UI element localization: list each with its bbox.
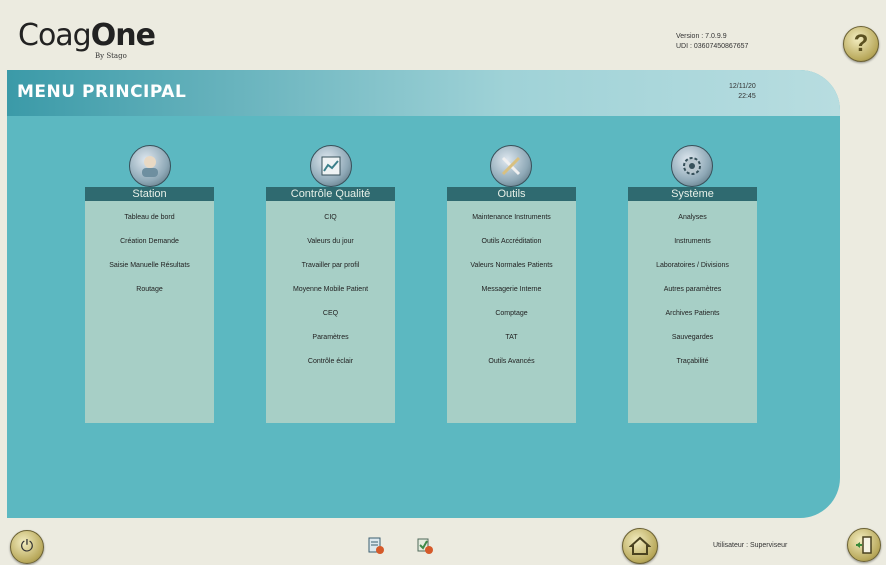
column-body: CIQ Valeurs du jour Travailler par profi… bbox=[266, 201, 395, 423]
menu-item-valeurs-normales[interactable]: Valeurs Normales Patients bbox=[447, 259, 576, 283]
menu-item-tracabilite[interactable]: Traçabilité bbox=[628, 355, 757, 379]
home-icon bbox=[629, 536, 651, 555]
menu-item-autres-parametres[interactable]: Autres paramètres bbox=[628, 283, 757, 307]
menu-item-messagerie-interne[interactable]: Messagerie Interne bbox=[447, 283, 576, 307]
logout-button[interactable] bbox=[847, 528, 881, 562]
menu-item-moyenne-mobile[interactable]: Moyenne Mobile Patient bbox=[266, 283, 395, 307]
version-number: Version : 7.0.9.9 bbox=[676, 33, 727, 40]
page-header: MENU PRINCIPAL 12/11/20 22:45 bbox=[7, 70, 840, 116]
validate-cancel-icon[interactable] bbox=[416, 537, 434, 555]
home-button[interactable] bbox=[622, 528, 658, 564]
column-title: Station bbox=[85, 187, 214, 201]
system-gear-icon[interactable] bbox=[671, 145, 713, 187]
menu-item-ceq[interactable]: CEQ bbox=[266, 307, 395, 331]
menu-column-station: Station Tableau de bord Création Demande… bbox=[85, 187, 214, 423]
menu-item-analyses[interactable]: Analyses bbox=[628, 211, 757, 235]
column-title: Contrôle Qualité bbox=[266, 187, 395, 201]
quality-control-icon[interactable] bbox=[310, 145, 352, 187]
version-info: Version : 7.0.9.9 UDI : 03607450867657 bbox=[676, 32, 748, 52]
menu-item-ciq[interactable]: CIQ bbox=[266, 211, 395, 235]
column-body: Tableau de bord Création Demande Saisie … bbox=[85, 201, 214, 423]
menu-item-sauvegardes[interactable]: Sauvegardes bbox=[628, 331, 757, 355]
menu-item-controle-eclair[interactable]: Contrôle éclair bbox=[266, 355, 395, 379]
date: 12/11/20 bbox=[729, 83, 756, 90]
report-cancel-icon[interactable] bbox=[367, 537, 385, 555]
column-title: Système bbox=[628, 187, 757, 201]
tools-icon[interactable] bbox=[490, 145, 532, 187]
help-icon: ? bbox=[853, 30, 869, 57]
menu-column-outils: Outils Maintenance Instruments Outils Ac… bbox=[447, 187, 576, 423]
menu-item-tableau-de-bord[interactable]: Tableau de bord bbox=[85, 211, 214, 235]
menu-item-laboratoires[interactable]: Laboratoires / Divisions bbox=[628, 259, 757, 283]
udi-number: UDI : 03607450867657 bbox=[676, 43, 749, 50]
column-body: Analyses Instruments Laboratoires / Divi… bbox=[628, 201, 757, 423]
menu-item-tat[interactable]: TAT bbox=[447, 331, 576, 355]
help-button[interactable]: ? bbox=[843, 26, 879, 62]
current-user: Utilisateur : Superviseur bbox=[713, 542, 788, 549]
app-logo: CoagOne bbox=[18, 18, 156, 53]
time: 22:45 bbox=[738, 93, 756, 100]
menu-item-archives-patients[interactable]: Archives Patients bbox=[628, 307, 757, 331]
menu-item-outils-accreditation[interactable]: Outils Accréditation bbox=[447, 235, 576, 259]
menu-item-creation-demande[interactable]: Création Demande bbox=[85, 235, 214, 259]
logout-door-icon bbox=[856, 536, 872, 554]
menu-item-comptage[interactable]: Comptage bbox=[447, 307, 576, 331]
menu-item-outils-avances[interactable]: Outils Avancés bbox=[447, 355, 576, 379]
power-icon: ⏻ bbox=[20, 538, 34, 555]
logo-subtitle: By Stago bbox=[95, 52, 127, 60]
menu-item-routage[interactable]: Routage bbox=[85, 283, 214, 307]
menu-item-maintenance-instruments[interactable]: Maintenance Instruments bbox=[447, 211, 576, 235]
menu-item-instruments[interactable]: Instruments bbox=[628, 235, 757, 259]
menu-item-travailler-par-profil[interactable]: Travailler par profil bbox=[266, 259, 395, 283]
menu-column-controle-qualite: Contrôle Qualité CIQ Valeurs du jour Tra… bbox=[266, 187, 395, 423]
column-title: Outils bbox=[447, 187, 576, 201]
datetime: 12/11/20 22:45 bbox=[729, 82, 756, 102]
page-title: MENU PRINCIPAL bbox=[17, 82, 187, 102]
column-body: Maintenance Instruments Outils Accrédita… bbox=[447, 201, 576, 423]
menu-item-parametres[interactable]: Paramètres bbox=[266, 331, 395, 355]
menu-column-systeme: Système Analyses Instruments Laboratoire… bbox=[628, 187, 757, 423]
power-button[interactable]: ⏻ bbox=[10, 530, 44, 564]
menu-item-valeurs-du-jour[interactable]: Valeurs du jour bbox=[266, 235, 395, 259]
menu-item-saisie-manuelle[interactable]: Saisie Manuelle Résultats bbox=[85, 259, 214, 283]
station-icon[interactable] bbox=[129, 145, 171, 187]
